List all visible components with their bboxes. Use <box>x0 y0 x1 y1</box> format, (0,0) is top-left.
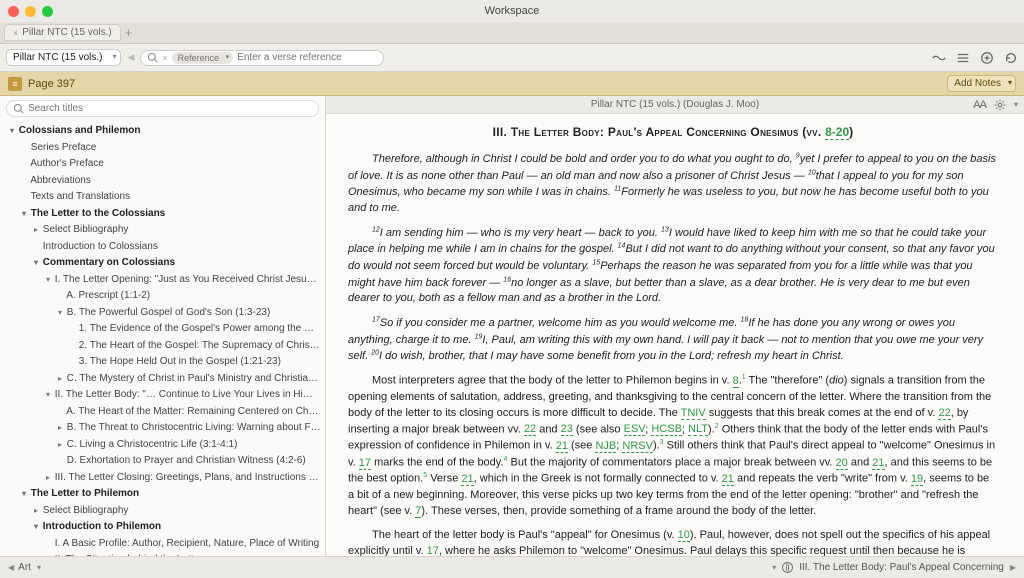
toolbar: Pillar NTC (15 vols.) ◀ × Reference <box>0 44 1024 72</box>
window-title: Workspace <box>485 5 540 17</box>
zoom-icon[interactable] <box>42 6 53 17</box>
chevron-down-icon[interactable]: ▾ <box>1014 100 1018 109</box>
toc-node[interactable]: ▾ II. The Letter Body: "… Continue to Li… <box>0 387 325 404</box>
toc-node[interactable]: Author's Preface <box>0 156 325 173</box>
toc-node[interactable]: D. Exhortation to Prayer and Christian W… <box>0 453 325 470</box>
reference-input[interactable] <box>237 52 377 63</box>
toc-node[interactable]: 1. The Evidence of the Gospel's Power am… <box>0 321 325 338</box>
toc-tree[interactable]: ▾ Colossians and Philemon Series Preface… <box>0 121 325 556</box>
tab-pillar-ntc[interactable]: × Pillar NTC (15 vols.) <box>4 24 121 41</box>
content-header-tools: AA ▾ <box>973 99 1018 111</box>
tab-label: Pillar NTC (15 vols.) <box>22 27 111 38</box>
tab-close-icon[interactable]: × <box>13 28 18 38</box>
main: ▾ Colossians and Philemon Series Preface… <box>0 96 1024 556</box>
titlebar: Workspace <box>0 0 1024 22</box>
toolbar-right <box>932 51 1018 65</box>
verse-range-link[interactable]: 8-20 <box>825 125 849 140</box>
add-circle-icon[interactable] <box>980 51 994 65</box>
search-icon <box>13 103 24 114</box>
toc-node[interactable]: Introduction to Colossians <box>0 239 325 256</box>
toc-node[interactable]: ▸ Select Bibliography <box>0 503 325 520</box>
footer: Art III. The Letter Body: Paul's Appeal … <box>0 556 1024 578</box>
search-icon <box>147 52 158 63</box>
toc-node[interactable]: 3. The Hope Held Out in the Gospel (1:21… <box>0 354 325 371</box>
gear-icon[interactable] <box>994 99 1006 111</box>
toc-node[interactable]: Series Preface <box>0 140 325 157</box>
toc-node[interactable]: ▾ The Letter to Philemon <box>0 486 325 503</box>
minimize-icon[interactable] <box>25 6 36 17</box>
close-icon[interactable] <box>8 6 19 17</box>
footer-left-nav[interactable]: Art <box>8 562 41 573</box>
history-back-button[interactable]: ◀ <box>127 52 134 63</box>
toc-node[interactable]: ▾ Colossians and Philemon <box>0 123 325 140</box>
add-notes-button[interactable]: Add Notes <box>947 75 1016 92</box>
toc-node[interactable]: ▾ The Letter to the Colossians <box>0 206 325 223</box>
globe-icon <box>782 562 793 573</box>
toc-node[interactable]: Abbreviations <box>0 173 325 190</box>
toc-node[interactable]: ▸ III. The Letter Closing: Greetings, Pl… <box>0 470 325 487</box>
chevron-right-icon: ▶ <box>1010 563 1016 572</box>
reader-body[interactable]: III. The Letter Body: Paul's Appeal Conc… <box>326 114 1024 556</box>
tab-add-button[interactable]: + <box>125 25 133 40</box>
section-heading: III. The Letter Body: Paul's Appeal Conc… <box>348 124 998 141</box>
page-label: Page 397 <box>28 78 75 90</box>
toc-node[interactable]: A. Prescript (1:1-2) <box>0 288 325 305</box>
page-bar: ≡ Page 397 Add Notes <box>0 72 1024 96</box>
content-header: Pillar NTC (15 vols.) (Douglas J. Moo) A… <box>326 96 1024 114</box>
toc-node[interactable]: Texts and Translations <box>0 189 325 206</box>
reference-search[interactable]: × Reference <box>140 50 384 66</box>
toc-node[interactable]: ▸ Select Bibliography <box>0 222 325 239</box>
toc-node[interactable]: A. The Heart of the Matter: Remaining Ce… <box>0 404 325 421</box>
toc-node[interactable]: ▸ C. Living a Christocentric Life (3:1-4… <box>0 437 325 454</box>
toc-node[interactable]: ▾ B. The Powerful Gospel of God's Son (1… <box>0 305 325 322</box>
content-pane: Pillar NTC (15 vols.) (Douglas J. Moo) A… <box>326 96 1024 556</box>
toc-node[interactable]: ▸ C. The Mystery of Christ in Paul's Min… <box>0 371 325 388</box>
search-close-icon[interactable]: × <box>162 53 167 63</box>
content-header-title: Pillar NTC (15 vols.) (Douglas J. Moo) <box>591 99 759 110</box>
toc-node[interactable]: 2. The Heart of the Gospel: The Supremac… <box>0 338 325 355</box>
list-icon[interactable] <box>956 51 970 65</box>
window-controls <box>8 6 53 17</box>
toc-node[interactable]: ▸ B. The Threat to Christocentric Living… <box>0 420 325 437</box>
toc-node[interactable]: II. The Situation behind the Letter <box>0 552 325 556</box>
tabbar: × Pillar NTC (15 vols.) + <box>0 22 1024 44</box>
refresh-icon[interactable] <box>1004 51 1018 65</box>
toc-node[interactable]: I. A Basic Profile: Author, Recipient, N… <box>0 536 325 553</box>
toc-node[interactable]: ▾ Commentary on Colossians <box>0 255 325 272</box>
toc-node[interactable]: ▾ I. The Letter Opening: "Just as You Re… <box>0 272 325 289</box>
book-select[interactable]: Pillar NTC (15 vols.) <box>6 49 121 66</box>
toc-node[interactable]: ▾ Introduction to Philemon <box>0 519 325 536</box>
reference-type-pill[interactable]: Reference <box>172 52 234 64</box>
footer-right-nav[interactable]: III. The Letter Body: Paul's Appeal Conc… <box>772 562 1016 573</box>
sidebar: ▾ Colossians and Philemon Series Preface… <box>0 96 326 556</box>
search-titles[interactable] <box>6 100 319 117</box>
search-titles-input[interactable] <box>28 103 312 114</box>
page-icon: ≡ <box>8 77 22 91</box>
font-size-button[interactable]: AA <box>973 99 986 111</box>
wave-icon[interactable] <box>932 51 946 65</box>
